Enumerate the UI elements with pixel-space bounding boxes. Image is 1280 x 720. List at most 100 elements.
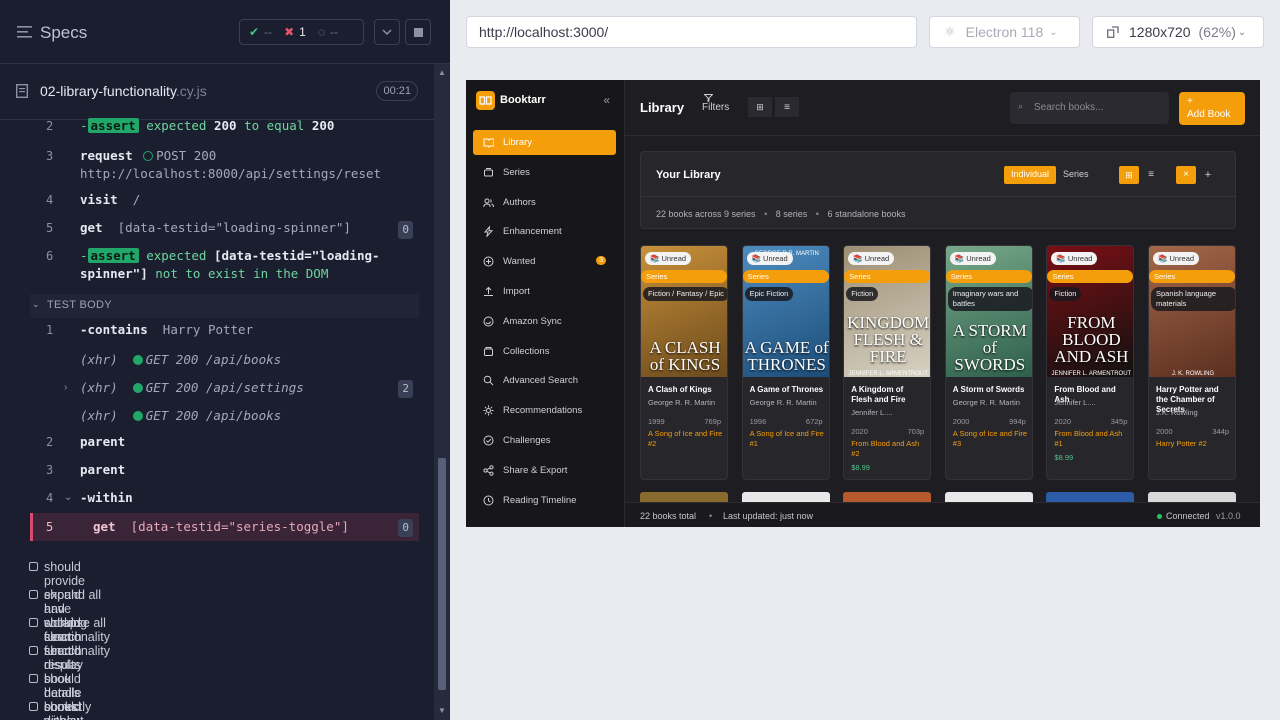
book-year: 2000 [952,417,970,426]
command-row[interactable]: 5 get [data-testid="loading-spinner"] 0 [30,219,419,239]
command-number: 4 [46,491,54,505]
book-series[interactable]: A Song of Ice and Fire #3 [953,429,1028,449]
book-card-partial[interactable] [1148,492,1236,502]
book-card[interactable]: A STORM of SWORDS 📚 Unread Series Imaginary… [944,245,1033,480]
search-input[interactable]: ⌕ Search books... [1010,92,1169,124]
book-cover[interactable]: J. K. ROWLING 📚 Unread Series Spanish langu… [1149,246,1235,377]
command-arg: / [132,192,141,207]
viewport-size: 1280x720 [1129,24,1191,40]
scroll-up-icon[interactable]: ▲ [438,68,446,77]
xhr-row[interactable]: (xhr) GET 200 /api/books [30,351,419,371]
sparkle-icon [483,405,494,416]
stop-icon [413,27,423,37]
sidebar-item-wanted[interactable]: Wanted 3 [473,249,616,274]
book-card[interactable]: GEORGE R.R. MARTINA GAME of THRONES📚 Unr… [741,245,830,480]
viewport-select[interactable]: 1280x720 (62%) ⌄ [1092,16,1264,48]
grid-view-button[interactable]: ⊞ [748,97,772,117]
check-circle-icon [483,435,494,446]
sidebar-item-recommendations[interactable]: Recommendations [473,398,616,423]
collapse-all-icon[interactable]: × [1176,166,1196,184]
command-row[interactable]: 2 parent [30,433,419,453]
book-series[interactable]: Harry Potter #2 [1156,439,1231,449]
book-card[interactable]: A CLASH of KINGS 📚 Unread Series Fiction / … [640,245,728,480]
book-series[interactable]: From Blood and Ash #2 [851,439,926,459]
command-name: get [80,220,103,235]
book-card[interactable]: FROM BLOOD AND ASH JENNIFER L. ARMENTROUT… [1046,245,1135,480]
browser-select[interactable]: ⚛ Electron 118 ⌄ [929,16,1080,48]
book-cover[interactable]: GEORGE R.R. MARTINA GAME of THRONES📚 Unr… [742,246,829,377]
cypress-reporter: Specs ✔ -- ✖ 1 ◌ -- 02-library-functiona… [0,0,450,720]
assert-value: 200 [311,118,335,133]
command-row[interactable]: 1 -contains Harry Potter [30,321,419,341]
list-view-icon[interactable]: ≡ [1141,166,1161,184]
book-card-partial[interactable] [640,492,728,502]
expand-all-icon[interactable]: + [1198,166,1218,184]
passed-count: -- [264,25,273,39]
chevron-right-icon[interactable]: › [64,379,67,397]
specs-list-icon[interactable] [17,25,32,39]
cover-author: JENNIFER L. ARMENTROUT [848,371,929,377]
command-number: 1 [46,323,54,337]
sidebar-item-library[interactable]: Library [473,130,616,155]
filters-button[interactable]: Filters [702,94,729,113]
genre-chip: Spanish language materials [1151,287,1235,311]
command-row[interactable]: 4 visit / [30,191,419,211]
book-card-partial[interactable] [843,492,932,502]
command-row[interactable]: 3 request POST 200 http://localhost:8000/… [30,147,419,183]
book-card-partial[interactable] [944,492,1033,502]
sidebar-item-series[interactable]: Series [473,160,616,185]
add-book-button[interactable]: + Add Book [1179,92,1245,125]
unread-badge: 📚 Unread [645,252,692,265]
command-row[interactable]: 4 ⌄ -within [30,489,419,509]
series-toggle[interactable]: Series [1056,166,1096,184]
xhr-row[interactable]: › (xhr) GET 200 /api/settings 2 [30,379,419,399]
sidebar-item-import[interactable]: Import [473,279,616,304]
book-title: A Kingdom of Flesh and Fire [851,385,906,404]
stop-button[interactable] [405,19,431,45]
individual-toggle[interactable]: Individual [1004,166,1057,184]
book-cover[interactable]: A STORM of SWORDS 📚 Unread Series Imaginary… [945,246,1032,377]
sidebar-item-collections[interactable]: Collections [473,339,616,364]
sidebar-item-challenges[interactable]: Challenges [473,428,616,453]
pending-test-icon [29,702,38,711]
spec-file-name: 02-library-functionality.cy.js [40,83,207,99]
expand-toggle-button[interactable] [374,19,400,45]
command-row[interactable]: 6 - assert expected [data-testid="loading… [30,247,419,283]
sidebar-item-reading-timeline[interactable]: Reading Timeline [473,488,616,513]
scroll-thumb[interactable] [438,458,446,690]
book-cover[interactable]: KINGDOM FLESH & FIRE JENNIFER L. ARMENTRO… [844,246,931,377]
active-command-row[interactable]: 5 get [data-testid="series-toggle"] 0 [30,513,419,541]
book-card-partial[interactable] [741,492,830,502]
pending-count: -- [329,25,338,39]
sidebar-item-authors[interactable]: Authors [473,190,616,215]
spec-file-row[interactable]: 02-library-functionality.cy.js 00:21 [16,78,418,104]
scroll-down-icon[interactable]: ▼ [438,706,446,715]
book-card[interactable]: KINGDOM FLESH & FIRE JENNIFER L. ARMENTRO… [843,245,932,480]
sidebar-item-enhancement[interactable]: Enhancement [473,219,616,244]
sidebar-item-advanced-search[interactable]: Advanced Search [473,368,616,393]
app-footer: 22 books total • Last updated: just now … [625,502,1260,527]
url-bar[interactable]: http://localhost:3000/ [466,16,917,48]
book-pages: 344p [1212,427,1229,436]
list-view-button[interactable]: ≡ [775,97,799,117]
command-row[interactable]: 2 - assert expected 200 to equal 200 [30,117,419,137]
command-row[interactable]: 3 parent [30,461,419,481]
book-series[interactable]: A Song of Ice and Fire #1 [750,429,825,449]
grid-view-icon[interactable]: ⊞ [1119,166,1139,184]
book-series[interactable]: From Blood and Ash #1 [1054,429,1129,449]
book-cover[interactable]: FROM BLOOD AND ASH JENNIFER L. ARMENTROUT… [1047,246,1134,377]
genre-chip: Fiction [846,287,879,301]
pending-test-icon [29,562,38,571]
book-card[interactable]: J. K. ROWLING 📚 Unread Series Spanish langu… [1148,245,1236,480]
collapse-sidebar-icon[interactable]: « [603,93,610,107]
book-cover[interactable]: A CLASH of KINGS 📚 Unread Series Fiction / … [641,246,727,377]
folder-icon [484,346,493,356]
command-arg: [data-testid="loading-spinner"] [117,220,351,235]
book-series[interactable]: A Song of Ice and Fire #2 [648,429,723,449]
book-card-partial[interactable] [1046,492,1135,502]
sidebar-item-amazon-sync[interactable]: Amazon Sync [473,309,616,334]
series-chip: Series [844,270,931,283]
sidebar-item-share-export[interactable]: Share & Export [473,458,616,483]
xhr-row[interactable]: (xhr) GET 200 /api/books [30,407,419,427]
test-body-header[interactable]: ⌄ TEST BODY [30,294,419,318]
